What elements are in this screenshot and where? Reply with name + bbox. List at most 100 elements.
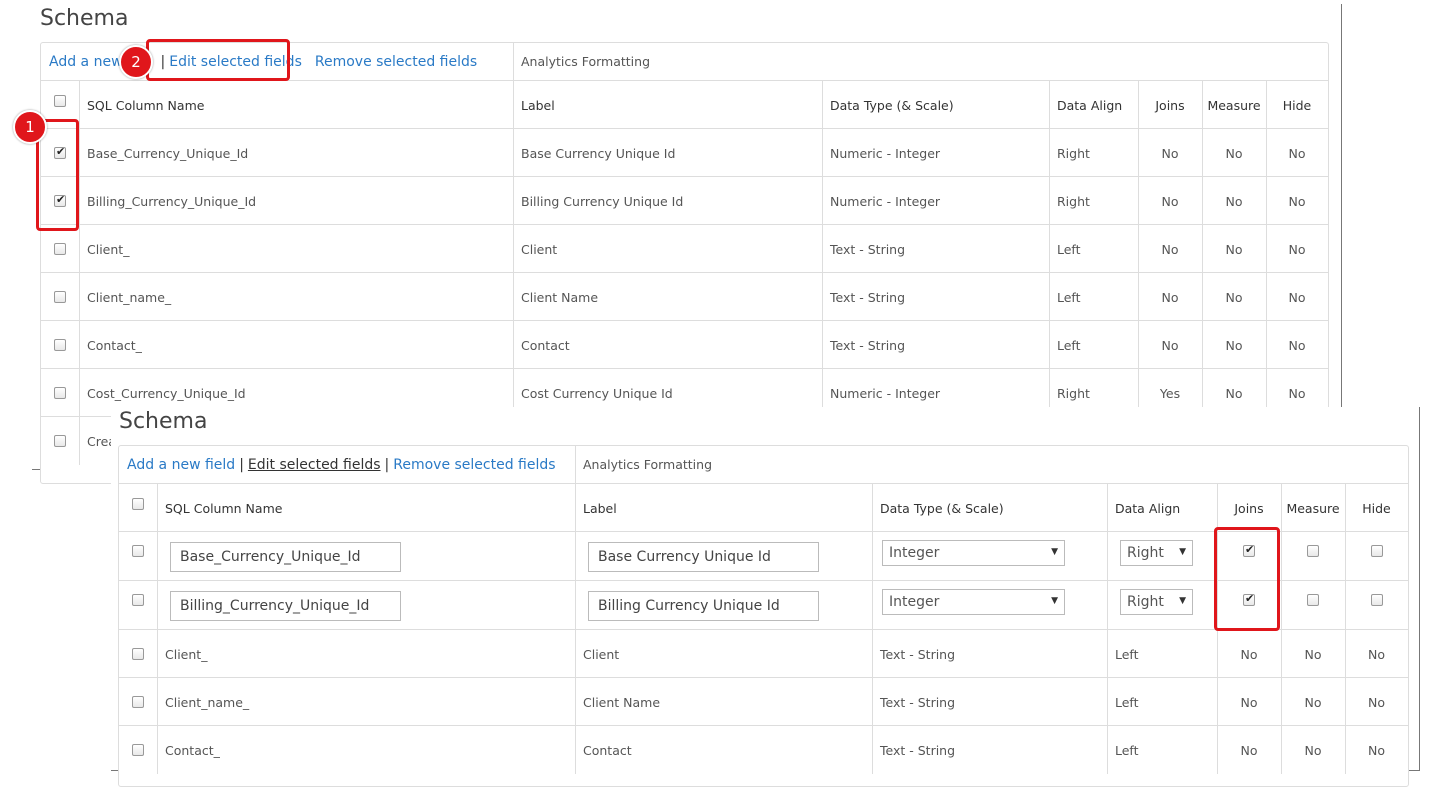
col-dtype-header: Data Type (& Scale) (830, 97, 954, 113)
cell-sql: Client_name_ (165, 694, 250, 710)
data-align-select[interactable]: Right ▼ (1120, 540, 1193, 566)
cell-joins: No (1240, 694, 1258, 710)
row-select-cell (41, 225, 79, 273)
cell-joins: No (1161, 193, 1179, 209)
row-select-cell (41, 321, 79, 369)
sql-column-name-input[interactable]: Base_Currency_Unique_Id (170, 541, 401, 572)
row-select-checkbox[interactable] (54, 435, 66, 447)
col-hide-header: Hide (1282, 97, 1312, 113)
cell-measure: No (1304, 694, 1322, 710)
row-select-checkbox[interactable] (132, 648, 144, 660)
label-input[interactable]: Billing Currency Unique Id (588, 590, 819, 621)
cell-dtype: Text - String (830, 289, 906, 305)
table-row: Client_name_ Client Name Text - String Left… (41, 272, 1328, 321)
row-select-checkbox[interactable] (132, 545, 144, 557)
cell-hide: No (1368, 742, 1385, 758)
row-select-checkbox[interactable] (132, 744, 144, 756)
add-field-link[interactable]: Add a new (49, 54, 123, 70)
measure-checkbox[interactable] (1307, 545, 1319, 557)
table-header: SQL Column Name Label Data Type (& Scale… (41, 80, 1328, 129)
cell-hide: No (1288, 241, 1306, 257)
row-select-checkbox[interactable] (54, 387, 66, 399)
cell-hide: No (1288, 337, 1306, 353)
cell-hide: No (1288, 145, 1306, 161)
table-row: Contact_ Contact Text - String Left No No No (41, 320, 1328, 369)
measure-checkbox[interactable] (1307, 594, 1319, 606)
cell-align: Right (1057, 145, 1090, 161)
chevron-down-icon: ▼ (1051, 596, 1058, 606)
cell-hide: No (1368, 646, 1385, 662)
row-select-checkbox[interactable] (54, 243, 66, 255)
col-label-header: Label (583, 500, 617, 516)
step-badge-2: 2 (119, 45, 153, 79)
cell-label: Client (521, 241, 558, 257)
cell-joins: No (1240, 646, 1258, 662)
highlight-edit-link (146, 39, 290, 81)
sql-column-name-input[interactable]: Billing_Currency_Unique_Id (170, 590, 401, 621)
analytics-formatting-label: Analytics Formatting (583, 457, 713, 472)
col-measure-header: Measure (1207, 97, 1261, 113)
chevron-down-icon: ▼ (1179, 547, 1186, 557)
step-badge-1: 1 (13, 110, 47, 144)
cell-hide: No (1368, 694, 1385, 710)
edit-selected-fields-link[interactable]: Edit selected fields (248, 457, 381, 473)
cell-dtype: Text - String (830, 337, 906, 353)
cell-measure: No (1304, 742, 1322, 758)
cell-label: Base Currency Unique Id (521, 145, 676, 161)
col-sql-header: SQL Column Name (165, 500, 283, 516)
hide-checkbox[interactable] (1370, 594, 1383, 606)
chevron-down-icon: ▼ (1179, 596, 1186, 606)
remove-selected-fields-link[interactable]: Remove selected fields (393, 457, 555, 473)
row-select-cell (119, 726, 157, 774)
remove-selected-fields-link[interactable]: Remove selected fields (315, 54, 477, 70)
cell-measure (1281, 581, 1345, 630)
col-align-header: Data Align (1057, 97, 1123, 113)
row-select-cell (119, 678, 157, 726)
cell-joins: No (1240, 742, 1258, 758)
table-toolbar-edit: Add a new field | Edit selected fields |… (119, 446, 1408, 483)
cell-dtype: Numeric - Integer (830, 145, 941, 161)
cell-dtype: Text - String (880, 694, 956, 710)
page-title: Schema (40, 6, 129, 31)
add-field-link[interactable]: Add a new field (127, 457, 235, 473)
col-label-header: Label (521, 97, 555, 113)
hide-checkbox[interactable] (1370, 545, 1383, 557)
cell-dtype: Text - String (880, 742, 956, 758)
cell-measure (1281, 532, 1345, 581)
col-sql-header: SQL Column Name (87, 97, 205, 113)
cell-measure: No (1225, 289, 1243, 305)
row-select-checkbox[interactable] (132, 594, 144, 606)
cell-sql: Base_Currency_Unique_Id (87, 145, 249, 161)
cell-label: Client Name (583, 694, 661, 710)
data-align-select[interactable]: Right ▼ (1120, 589, 1193, 615)
select-all-checkbox[interactable] (132, 498, 144, 510)
cell-hide: No (1288, 289, 1306, 305)
data-type-select[interactable]: Integer ▼ (882, 540, 1065, 566)
col-measure-header: Measure (1286, 500, 1340, 516)
page-title-edit: Schema (119, 409, 208, 434)
table-row: Billing_Currency_Unique_Id Billing Curren… (41, 176, 1328, 225)
table-row: Base_Currency_Unique_Id Base Currency Uni… (41, 128, 1328, 177)
row-select-cell (41, 417, 79, 465)
row-select-checkbox[interactable] (54, 291, 66, 303)
col-hide-header: Hide (1362, 500, 1391, 516)
cell-dtype: Numeric - Integer (830, 193, 941, 209)
table-row: Client_ Client Text - String Left No No No (119, 629, 1408, 678)
data-type-select[interactable]: Integer ▼ (882, 589, 1065, 615)
cell-align: Right (1057, 193, 1090, 209)
cell-align: Left (1115, 646, 1139, 662)
select-all-checkbox[interactable] (54, 95, 66, 107)
cell-sql: Contact_ (165, 742, 220, 758)
col-align-header: Data Align (1115, 500, 1181, 516)
cell-sql: Client_name_ (87, 289, 172, 305)
label-input[interactable]: Base Currency Unique Id (588, 541, 819, 572)
cell-dtype: Text - String (880, 646, 956, 662)
row-select-checkbox[interactable] (132, 696, 144, 708)
cell-label: Billing Currency Unique Id (521, 193, 684, 209)
table-header-edit: SQL Column Name Label Data Type (& Scale… (119, 483, 1408, 532)
row-select-checkbox[interactable] (54, 339, 66, 351)
cell-measure: No (1225, 241, 1243, 257)
cell-hide (1345, 532, 1408, 581)
cell-dtype: Text - String (830, 241, 906, 257)
table-row: Client_name_ Client Name Text - String Left… (119, 677, 1408, 726)
